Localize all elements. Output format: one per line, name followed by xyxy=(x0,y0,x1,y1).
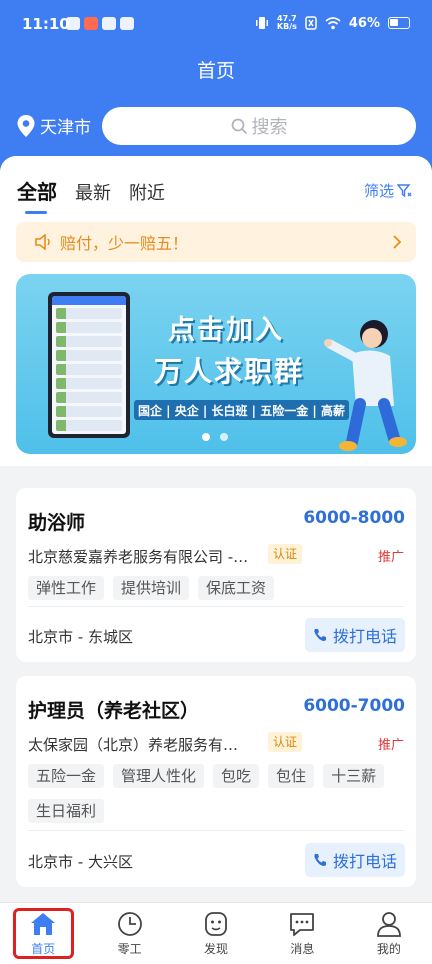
clock-icon xyxy=(117,912,142,936)
message-icon xyxy=(290,913,315,936)
job-tags: 弹性工作 提供培训 保底工资 xyxy=(28,576,398,600)
search-placeholder: 搜索 xyxy=(251,117,288,138)
bottom-tab-bar: 首页 零工 发现 消息 我的 xyxy=(0,902,432,964)
tab-latest[interactable]: 最新 xyxy=(75,179,111,205)
filter-button[interactable]: 筛选 xyxy=(364,180,412,201)
battery-percent: 46% xyxy=(348,15,380,31)
job-tag: 弹性工作 xyxy=(28,576,105,600)
job-location: 北京市 - 东城区 xyxy=(28,628,133,646)
vibrate-icon xyxy=(255,17,268,29)
app-notification-icon xyxy=(84,17,98,30)
main-content: 全部 最新 附近 筛选 赔付，少一赔五！ 点击加入 万人求职群 国企 | 央企 … xyxy=(0,156,432,466)
banner-title-line1: 点击加入 xyxy=(168,315,284,346)
chevron-right-icon xyxy=(393,235,402,249)
job-title: 护理员（养老社区） xyxy=(28,700,200,722)
tab-profile[interactable]: 我的 xyxy=(346,903,432,964)
notice-bar[interactable]: 赔付，少一赔五！ xyxy=(16,222,416,262)
mail-notification-icon xyxy=(66,17,80,30)
filter-label: 筛选 xyxy=(363,182,394,200)
verified-badge: 认证 xyxy=(268,732,303,752)
tab-label: 我的 xyxy=(376,942,401,956)
tab-nearby[interactable]: 附近 xyxy=(129,179,165,205)
divider xyxy=(28,830,404,831)
banner-tags: 国企 | 央企 | 长白班 | 五险一金 | 高薪 xyxy=(134,400,349,420)
banner-pagination xyxy=(202,433,228,441)
divider xyxy=(28,606,404,607)
link-notification-icon xyxy=(120,17,134,30)
wifi-icon xyxy=(325,16,341,29)
tab-gig[interactable]: 零工 xyxy=(86,903,172,964)
discover-icon xyxy=(205,912,227,936)
job-tag: 管理人性化 xyxy=(113,764,205,788)
filter-icon xyxy=(397,183,412,197)
promoted-label: 推广 xyxy=(377,738,404,753)
search-icon xyxy=(231,118,247,134)
job-tag: 五险一金 xyxy=(28,764,105,788)
search-input[interactable]: 搜索 xyxy=(102,107,416,145)
tab-all[interactable]: 全部 xyxy=(17,176,57,214)
tab-discover[interactable]: 发现 xyxy=(173,903,259,964)
promoted-label: 推广 xyxy=(377,550,404,565)
company-name: 北京慈爱嘉养老服务有限公司 -… xyxy=(28,548,249,566)
banner-title-line2: 万人求职群 xyxy=(154,355,305,388)
status-right: 47.7 KB/s 46% xyxy=(255,15,410,31)
page-title: 首页 xyxy=(196,60,235,82)
profile-icon xyxy=(376,912,401,937)
phone-icon xyxy=(314,629,326,641)
category-tabs: 全部 最新 附近 xyxy=(17,176,165,214)
company-name: 太保家园（北京）养老服务有… xyxy=(28,736,239,754)
tab-label: 发现 xyxy=(204,942,229,956)
network-speed: 47.7 KB/s xyxy=(276,14,297,31)
location-pin-icon xyxy=(17,114,35,137)
sim-icon xyxy=(305,16,317,30)
job-tag: 十三薪 xyxy=(323,764,385,788)
status-time: 11:10 xyxy=(22,15,70,33)
job-salary: 6000-7000 xyxy=(303,696,405,716)
tab-label: 零工 xyxy=(117,942,142,956)
job-salary: 6000-8000 xyxy=(303,508,405,528)
verified-badge: 认证 xyxy=(268,544,303,564)
job-tag: 生日福利 xyxy=(28,799,105,823)
call-button[interactable]: 拨打电话 xyxy=(305,843,405,877)
city-selector[interactable]: 天津市 xyxy=(16,113,91,138)
banner-person-illustration xyxy=(324,320,407,451)
banner-phone-illustration xyxy=(48,292,130,438)
job-tags: 五险一金 管理人性化 包吃 包住 十三薪 生日福利 xyxy=(28,764,398,823)
call-button[interactable]: 拨打电话 xyxy=(305,618,405,652)
job-tag: 包住 xyxy=(268,764,315,788)
job-tag: 包吃 xyxy=(213,764,260,788)
job-title: 助浴师 xyxy=(28,512,86,534)
pagination-dot[interactable] xyxy=(202,433,210,441)
promo-banner[interactable]: 点击加入 万人求职群 国企 | 央企 | 长白班 | 五险一金 | 高薪 xyxy=(16,274,416,454)
job-card[interactable]: 助浴师 6000-8000 北京慈爱嘉养老服务有限公司 -… 认证 推广 弹性工… xyxy=(16,488,416,662)
notice-text: 赔付，少一赔五！ xyxy=(60,234,189,253)
status-bar: 11:10 47.7 KB/s 46% xyxy=(0,0,432,50)
header: 11:10 47.7 KB/s 46% 首页 天津市 搜索 xyxy=(0,0,432,178)
tab-home[interactable]: 首页 xyxy=(0,903,86,964)
home-icon xyxy=(31,913,56,935)
job-card[interactable]: 护理员（养老社区） 6000-7000 太保家园（北京）养老服务有… 认证 推广… xyxy=(16,676,416,887)
battery-icon xyxy=(388,17,410,29)
job-location: 北京市 - 大兴区 xyxy=(28,853,133,871)
city-label: 天津市 xyxy=(40,118,91,138)
chat-notification-icon xyxy=(102,17,116,30)
tab-label: 首页 xyxy=(31,942,56,956)
call-label: 拨打电话 xyxy=(332,627,397,646)
tab-label: 消息 xyxy=(290,942,315,956)
pagination-dot[interactable] xyxy=(220,433,228,441)
phone-icon xyxy=(314,854,326,866)
notification-icons xyxy=(66,17,134,30)
job-tag: 保底工资 xyxy=(198,576,275,600)
job-tag: 提供培训 xyxy=(113,576,190,600)
tab-messages[interactable]: 消息 xyxy=(259,903,345,964)
speaker-icon xyxy=(35,234,50,250)
call-label: 拨打电话 xyxy=(332,852,397,871)
